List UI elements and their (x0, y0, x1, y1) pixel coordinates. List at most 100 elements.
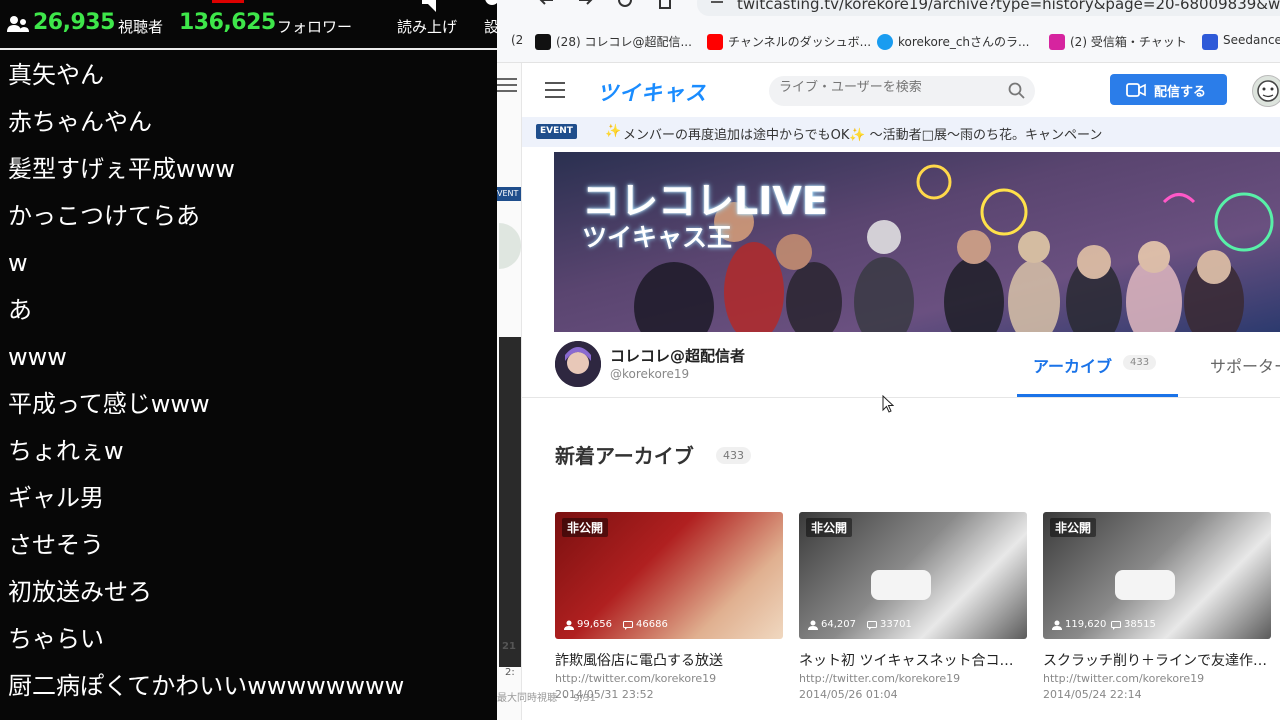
background-tab-sliver: VENT 21 2: 最大同時視聴 ・ 9/31 (497, 63, 596, 720)
back-icon[interactable] (539, 0, 555, 10)
sliver-avatar (499, 223, 521, 269)
comment-overlay: 26,935 視聴者 136,625 フォロワー 読み上げ 設 真矢やん赤ちゃん… (0, 0, 497, 720)
archive-card[interactable]: 非公開 64,207 33701 ネット初 ツイキャスネット合コン（本人自ら） http… (799, 512, 1027, 702)
private-badge: 非公開 (562, 518, 609, 537)
site-info-icon[interactable] (709, 0, 725, 10)
comment-item: 厨二病ぽくてかわいいwwwwwwww (8, 672, 405, 700)
broadcast-button[interactable]: 配信する (1110, 74, 1227, 105)
event-tag: EVENT (536, 124, 577, 139)
private-badge: 非公開 (1050, 518, 1097, 537)
event-banner[interactable]: EVENT ✨ メンバーの再度追加は途中からでもOK✨ 〜活動者□展〜雨のち花。… (522, 117, 1280, 147)
mask-shape (871, 570, 931, 600)
hamburger-menu-icon[interactable] (545, 82, 565, 98)
viewers-count: 26,935 (33, 10, 115, 35)
bookmark-item[interactable]: korekore_chさんのラ... (898, 33, 1029, 50)
comment-item: ちょれぇw (8, 437, 124, 465)
comment-count: 33701 (880, 619, 912, 630)
comment-item: ギャル男 (8, 484, 104, 512)
bookmark-item[interactable]: (2) 受信箱・チャット (1070, 33, 1187, 50)
followers-label: フォロワー (277, 18, 353, 36)
sparkle-icon: ✨ (605, 124, 622, 139)
archive-thumbnail[interactable]: 非公開 119,620 38515 (1043, 512, 1271, 639)
reload-icon[interactable] (617, 0, 633, 10)
avatar-face-icon (1257, 80, 1279, 102)
tab-archive[interactable]: アーカイブ (1033, 353, 1112, 377)
archive-title[interactable]: スクラッチ削り＋ラインで友達作り放送 (1043, 650, 1271, 670)
comment-count: 38515 (1124, 619, 1156, 630)
archive-date: 2014/05/26 01:04 (799, 688, 898, 701)
archive-description: http://twitter.com/korekore19 (1043, 672, 1205, 685)
broadcast-label: 配信する (1154, 85, 1207, 100)
comment-item: 平成って感じwww (8, 390, 210, 418)
user-icon (564, 620, 574, 630)
profile-avatar[interactable] (555, 341, 601, 387)
archive-thumbnail[interactable]: 非公開 99,656 46686 (555, 512, 783, 639)
comment-item: あ (8, 296, 32, 324)
comment-item: 真矢やん (8, 61, 104, 89)
settings-button[interactable]: 設 (484, 16, 497, 37)
bookmark-youtube-icon (707, 34, 723, 50)
overlay-header: 26,935 視聴者 136,625 フォロワー 読み上げ 設 (0, 0, 497, 50)
site-header: ツイキャス 配信する (522, 63, 1280, 117)
active-tab-indicator (1017, 394, 1178, 397)
hero-title: コレコレLIVE (582, 179, 828, 223)
comment-icon (867, 621, 877, 630)
bookmark-item[interactable]: Seedance (1223, 33, 1280, 47)
comment-item: ちゃらい (8, 625, 104, 653)
profile-name[interactable]: コレコレ@超配信者 (610, 345, 745, 366)
user-icon (808, 620, 818, 630)
mask-shape (1115, 570, 1175, 600)
comment-list: 真矢やん 赤ちゃんやん 髪型すげぇ平成www かっこつけてらあ w あ www 平成って感じw… (8, 52, 488, 710)
archive-thumbnail[interactable]: 非公開 64,207 33701 (799, 512, 1027, 639)
bookmark-seedance-icon (1202, 34, 1218, 50)
profile-bar: コレコレ@超配信者 @korekore19 アーカイブ 433 サポーター (522, 333, 1280, 398)
tab-archive-count: 433 (1123, 355, 1157, 370)
read-aloud-button[interactable]: 読み上げ (397, 16, 457, 37)
archive-title[interactable]: 詐欺風俗店に電凸する放送 (555, 650, 783, 670)
profile-handle: @korekore19 (610, 367, 690, 381)
bookmarks-bar: (2 (28) コレコレ@超配信... チャンネルのダッシュボ... korekor… (497, 22, 1280, 63)
archive-card[interactable]: 非公開 99,656 46686 詐欺風俗店に電凸する放送 http://twitter… (555, 512, 783, 702)
viewers-label: 視聴者 (118, 18, 164, 36)
bookmark-item[interactable]: (28) コレコレ@超配信... (556, 33, 692, 50)
comment-item: 赤ちゃんやん (8, 108, 152, 136)
view-count: 64,207 (821, 619, 856, 630)
event-text[interactable]: メンバーの再度追加は途中からでもOK✨ 〜活動者□展〜雨のち花。キャンペーン (623, 124, 1102, 143)
forward-icon[interactable] (577, 0, 593, 10)
comment-item: かっこつけてらあ (8, 202, 200, 230)
sliver-time: 2: (505, 667, 515, 678)
sliver-event-text: VENT (497, 189, 519, 198)
followers-count: 136,625 (179, 10, 276, 35)
archive-title[interactable]: ネット初 ツイキャスネット合コン（本人自ら） (799, 650, 1027, 670)
search-icon[interactable] (1008, 82, 1026, 100)
mouse-cursor-icon (882, 395, 894, 413)
search-input[interactable] (779, 80, 999, 95)
speaker-icon[interactable] (420, 0, 442, 12)
gear-icon[interactable] (481, 0, 497, 12)
section-title: 新着アーカイブ (555, 444, 694, 468)
site-logo[interactable]: ツイキャス (597, 77, 707, 107)
comment-count: 46686 (636, 619, 668, 630)
live-indicator (212, 0, 244, 3)
address-bar-row: twitcasting.tv/korekore19/archive?type=h… (497, 0, 1280, 22)
hero-banner: コレコレLIVE ツイキャス王 (554, 152, 1280, 332)
hero-subtitle: ツイキャス王 (582, 223, 733, 252)
bookmark-overflow[interactable]: (2 (511, 33, 523, 47)
archive-description: http://twitter.com/korekore19 (799, 672, 961, 685)
view-count: 99,656 (577, 619, 612, 630)
comment-icon (623, 621, 633, 630)
url-text[interactable]: twitcasting.tv/korekore19/archive?type=h… (737, 0, 1280, 13)
home-icon[interactable] (657, 0, 673, 10)
bookmark-x-logo-icon (535, 34, 551, 50)
tab-supporter[interactable]: サポーター (1210, 353, 1280, 377)
sliver-count: 21 (502, 641, 516, 652)
archive-date: 2014/05/31 23:52 (555, 688, 654, 701)
comment-item: させそう (8, 531, 104, 559)
archive-description: http://twitter.com/korekore19 (555, 672, 717, 685)
archive-card[interactable]: 非公開 119,620 38515 スクラッチ削り＋ラインで友達作り放送 http://… (1043, 512, 1271, 702)
user-icon (1052, 620, 1062, 630)
bookmark-loop-icon (877, 34, 893, 50)
bookmark-item[interactable]: チャンネルのダッシュボ... (728, 33, 871, 50)
private-badge: 非公開 (806, 518, 853, 537)
user-avatar[interactable] (1252, 75, 1280, 107)
